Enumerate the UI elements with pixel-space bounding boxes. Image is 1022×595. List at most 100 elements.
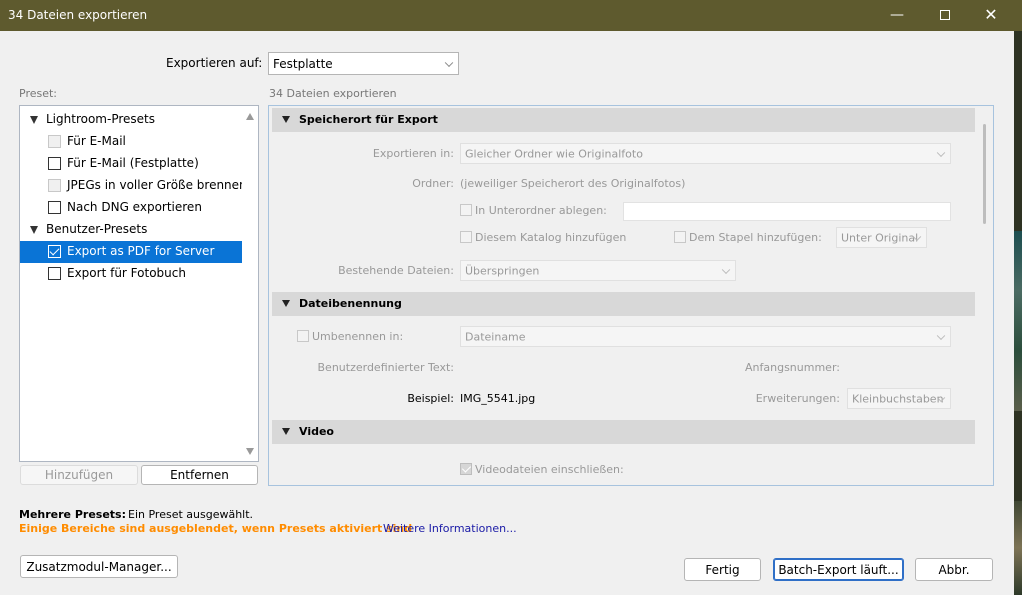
preset-group-lightroom[interactable]: Lightroom-Presets bbox=[20, 109, 242, 131]
close-button[interactable]: ✕ bbox=[974, 4, 1008, 26]
preset-group-label: Lightroom-Presets bbox=[46, 112, 155, 126]
preset-item-label: Für E-Mail (Festplatte) bbox=[67, 156, 199, 170]
settings-header: 34 Dateien exportieren bbox=[269, 87, 397, 100]
existing-files-select[interactable]: Überspringen bbox=[460, 260, 736, 281]
rename-value: Dateiname bbox=[465, 330, 526, 343]
rename-checkbox[interactable] bbox=[297, 330, 309, 342]
section-title: Speicherort für Export bbox=[299, 113, 438, 126]
preset-item-label: Für E-Mail bbox=[67, 134, 126, 148]
triangle-down-icon bbox=[30, 226, 38, 234]
batch-export-button[interactable]: Batch-Export läuft... bbox=[773, 558, 904, 581]
cancel-button[interactable]: Abbr. bbox=[915, 558, 993, 581]
maximize-icon bbox=[940, 10, 950, 20]
add-preset-button[interactable]: Hinzufügen bbox=[20, 465, 138, 485]
preset-item-label: Nach DNG exportieren bbox=[67, 200, 202, 214]
background-image bbox=[1014, 231, 1022, 411]
export-to-value: Festplatte bbox=[273, 56, 333, 71]
preset-checkbox[interactable] bbox=[48, 157, 61, 170]
start-number-label: Anfangsnummer: bbox=[745, 361, 840, 374]
subfolder-checkbox[interactable] bbox=[460, 204, 472, 216]
add-to-stack-checkbox[interactable] bbox=[674, 231, 686, 243]
preset-item-photobook[interactable]: Export für Fotobuch bbox=[20, 263, 242, 285]
preset-item-pdf-server[interactable]: Export as PDF for Server bbox=[20, 241, 242, 263]
add-to-catalog-label: Diesem Katalog hinzufügen bbox=[475, 231, 627, 244]
triangle-down-icon bbox=[282, 428, 290, 435]
preset-item-label: Export für Fotobuch bbox=[67, 266, 186, 280]
export-in-value: Gleicher Ordner wie Originalfoto bbox=[465, 147, 643, 160]
remove-preset-button[interactable]: Entfernen bbox=[141, 465, 258, 485]
extensions-select[interactable]: Kleinbuchstaben bbox=[847, 388, 951, 409]
preset-group-label: Benutzer-Presets bbox=[46, 222, 148, 236]
subfolder-input[interactable] bbox=[623, 202, 951, 221]
include-video-checkbox[interactable] bbox=[460, 463, 472, 475]
plugin-manager-label: Zusatzmodul-Manager... bbox=[26, 559, 172, 574]
triangle-down-icon bbox=[282, 300, 290, 307]
export-to-label: Exportieren auf: bbox=[166, 56, 263, 70]
preset-checkbox[interactable] bbox=[48, 267, 61, 280]
window-title: 34 Dateien exportieren bbox=[8, 8, 148, 22]
section-title: Dateibenennung bbox=[299, 297, 402, 310]
cancel-label: Abbr. bbox=[938, 562, 970, 577]
section-header-location[interactable]: Speicherort für Export bbox=[272, 108, 975, 132]
triangle-down-icon bbox=[30, 116, 38, 124]
preset-checkbox[interactable] bbox=[48, 179, 61, 192]
preset-item-email[interactable]: Für E-Mail bbox=[20, 131, 242, 153]
minimize-button[interactable]: — bbox=[880, 4, 914, 26]
export-in-select[interactable]: Gleicher Ordner wie Originalfoto bbox=[460, 143, 951, 164]
preset-checkbox[interactable] bbox=[48, 201, 61, 214]
preset-tree[interactable]: Lightroom-Presets Für E-Mail Für E-Mail … bbox=[19, 105, 259, 462]
background-image bbox=[1014, 501, 1022, 595]
preset-item-jpegs-burn[interactable]: JPEGs in voller Größe brennen bbox=[20, 175, 247, 197]
chevron-down-icon bbox=[721, 265, 731, 274]
preset-label: Preset: bbox=[19, 87, 58, 100]
stack-position-value: Unter Original bbox=[841, 231, 919, 244]
preset-scrollbar[interactable] bbox=[242, 106, 258, 461]
preset-checkbox[interactable] bbox=[48, 245, 61, 258]
multiple-presets-value: Ein Preset ausgewählt. bbox=[128, 508, 254, 521]
extensions-value: Kleinbuchstaben bbox=[852, 392, 944, 405]
include-video-label: Videodateien einschließen: bbox=[475, 463, 624, 476]
export-to-select[interactable]: Festplatte bbox=[268, 52, 459, 75]
add-to-catalog-checkbox[interactable] bbox=[460, 231, 472, 243]
export-in-label: Exportieren in: bbox=[372, 147, 454, 160]
existing-files-label: Bestehende Dateien: bbox=[338, 264, 454, 277]
done-button[interactable]: Fertig bbox=[684, 558, 761, 581]
custom-text-label: Benutzerdefinierter Text: bbox=[317, 361, 455, 374]
preset-item-email-disk[interactable]: Für E-Mail (Festplatte) bbox=[20, 153, 242, 175]
rename-label: Umbenennen in: bbox=[312, 330, 404, 343]
section-header-video[interactable]: Video bbox=[272, 420, 975, 444]
preset-checkbox[interactable] bbox=[48, 135, 61, 148]
rename-select[interactable]: Dateiname bbox=[460, 326, 951, 347]
background-window-edge bbox=[1014, 31, 1022, 595]
more-info-link[interactable]: Weitere Informationen... bbox=[383, 522, 517, 535]
title-bar: 34 Dateien exportieren — ✕ bbox=[0, 0, 1022, 31]
example-label: Beispiel: bbox=[407, 392, 454, 405]
chevron-down-icon bbox=[444, 58, 454, 67]
maximize-button[interactable] bbox=[928, 4, 962, 26]
existing-files-value: Überspringen bbox=[465, 264, 540, 277]
add-to-stack-label: Dem Stapel hinzufügen: bbox=[689, 231, 822, 244]
multiple-presets-label: Mehrere Presets: bbox=[19, 508, 126, 521]
preset-item-dng[interactable]: Nach DNG exportieren bbox=[20, 197, 242, 219]
extensions-label: Erweiterungen: bbox=[755, 392, 840, 405]
chevron-down-icon bbox=[936, 148, 946, 157]
chevron-down-icon bbox=[936, 331, 946, 340]
preset-group-user[interactable]: Benutzer-Presets bbox=[20, 219, 242, 241]
settings-scrollbar[interactable] bbox=[983, 124, 986, 224]
section-title: Video bbox=[299, 425, 334, 438]
subfolder-label: In Unterordner ablegen: bbox=[475, 204, 607, 217]
done-label: Fertig bbox=[705, 562, 740, 577]
preset-item-label: Export as PDF for Server bbox=[67, 244, 215, 258]
plugin-manager-button[interactable]: Zusatzmodul-Manager... bbox=[20, 555, 178, 578]
section-header-naming[interactable]: Dateibenennung bbox=[272, 292, 975, 316]
remove-preset-label: Entfernen bbox=[170, 468, 229, 482]
scroll-up-icon[interactable] bbox=[246, 113, 254, 120]
settings-panel: Speicherort für Export Exportieren in: G… bbox=[268, 105, 994, 486]
batch-export-label: Batch-Export läuft... bbox=[778, 562, 899, 577]
scroll-down-icon[interactable] bbox=[246, 448, 254, 455]
stack-position-select[interactable]: Unter Original bbox=[836, 227, 927, 248]
folder-label: Ordner: bbox=[412, 177, 454, 190]
triangle-down-icon bbox=[282, 116, 290, 123]
preset-item-label: JPEGs in voller Größe brennen bbox=[67, 178, 247, 192]
example-value: IMG_5541.jpg bbox=[460, 392, 536, 405]
